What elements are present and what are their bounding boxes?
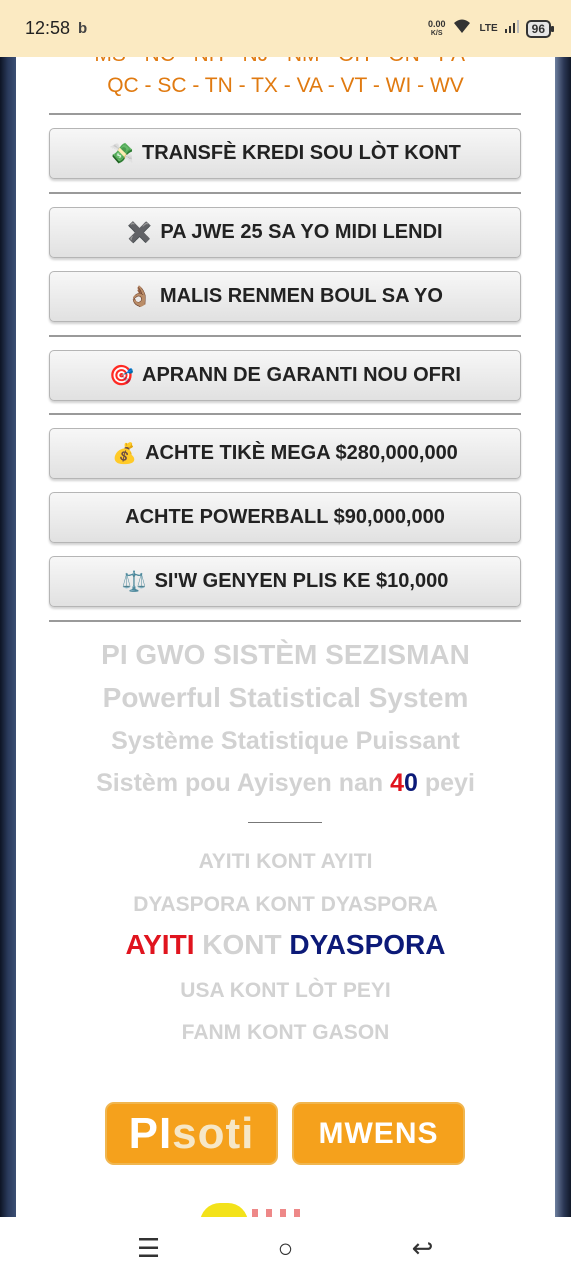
tagline-countries: Sistèm pou Ayisyen nan 40 peyi [16, 769, 555, 798]
divider [49, 620, 521, 622]
short-divider [248, 822, 322, 823]
menu-icon[interactable]: ☰ [119, 1233, 179, 1264]
buy-mega-label: ACHTE TIKÈ MEGA $280,000,000 [145, 442, 458, 464]
tagline-countries-pre: Sistèm pou Ayisyen nan [96, 769, 391, 797]
pisoti-logo-soti: soti [172, 1108, 255, 1158]
status-time: 12:58 [25, 18, 71, 38]
matchup-dyaspora-dyaspora: DYASPORA KONT DYASPORA [133, 893, 438, 916]
winnings-button[interactable]: ⚖️ SI'W GENYEN PLIS KE $10,000 [49, 556, 521, 607]
mwens-logo[interactable]: MWENS [292, 1102, 465, 1165]
target-icon: 🎯 [109, 365, 134, 387]
malis-label: MALIS RENMEN BOUL SA YO [159, 285, 443, 307]
tagline-french: Système Statistique Puissant [111, 727, 460, 755]
malis-button[interactable]: 👌🏽 MALIS RENMEN BOUL SA YO [49, 271, 521, 322]
buy-mega-button[interactable]: 💰 ACHTE TIKÈ MEGA $280,000,000 [49, 428, 521, 479]
net-speed-value: 0.00 [427, 18, 446, 29]
transfer-credit-button[interactable]: 💸 TRANSFÈ KREDI SOU LÒT KONT [49, 128, 521, 179]
divider [49, 192, 521, 194]
status-bar: 12:58 b 0.00 K/S LTE 96 [0, 0, 571, 57]
page-content: MS - NC - NH - NJ - NM - OH - ON - PA - … [16, 57, 555, 1217]
pisoti-logo-pi: PI [128, 1108, 173, 1158]
matchup-usa-world: USA KONT LÒT PEYI [180, 979, 391, 1002]
cross-icon: ✖️ [127, 222, 153, 244]
home-icon[interactable]: ○ [256, 1233, 316, 1264]
tagline-creole: PI GWO SISTÈM SEZISMAN [101, 639, 470, 670]
guarantee-label: APRANN DE GARANTI NOU OFRI [142, 364, 461, 386]
net-speed-unit: K/S [430, 29, 443, 37]
partial-logo-shape [200, 1203, 248, 1217]
notification-icon: b [78, 20, 88, 37]
partial-logo-shape [252, 1209, 302, 1217]
matchup-ayiti-dyaspora: AYITI KONT DYASPORA [16, 929, 555, 961]
matchup-dyaspora: DYASPORA [289, 929, 446, 960]
state-list-line[interactable]: QC - SC - TN - TX - VA - VT - WI - WV [16, 71, 555, 101]
buy-powerball-button[interactable]: ACHTE POWERBALL $90,000,000 [49, 492, 521, 543]
matchup-kont: KONT [194, 929, 290, 960]
matchup-women-men: FANM KONT GASON [181, 1021, 390, 1044]
tagline-digit-zero: 0 [404, 769, 418, 797]
money-wings-icon: 💸 [109, 143, 134, 165]
divider [49, 413, 521, 415]
money-bag-icon: 💰 [112, 443, 138, 465]
winnings-label: SI'W GENYEN PLIS KE $10,000 [154, 570, 449, 592]
state-list-line-cut[interactable]: MS - NC - NH - NJ - NM - OH - ON - PA - [16, 57, 555, 70]
no-play-label: PA JWE 25 SA YO MIDI LENDI [160, 221, 443, 243]
ok-hand-icon: 👌🏽 [127, 286, 152, 308]
wifi-icon [452, 18, 472, 39]
signal-icon [504, 19, 519, 38]
back-icon[interactable]: ↩ [393, 1233, 453, 1264]
net-speed: 0.00 K/S [427, 18, 446, 38]
buy-powerball-label: ACHTE POWERBALL $90,000,000 [125, 506, 445, 528]
tagline-countries-post: peyi [417, 769, 475, 797]
transfer-credit-label: TRANSFÈ KREDI SOU LÒT KONT [142, 142, 461, 164]
divider [49, 113, 521, 115]
screen: 12:58 b 0.00 K/S LTE 96 MS - NC - NH - N… [0, 0, 571, 1280]
status-indicators: 0.00 K/S LTE 96 [427, 18, 555, 39]
system-nav-bar: ☰ ○ ↩ [0, 1217, 571, 1280]
battery-icon: 96 [525, 19, 555, 38]
matchup-ayiti: AYITI [125, 929, 195, 960]
matchup-ayiti-ayiti: AYITI KONT AYITI [198, 850, 373, 873]
guarantee-button[interactable]: 🎯 APRANN DE GARANTI NOU OFRI [49, 350, 521, 401]
signal-label: LTE [479, 23, 498, 34]
tagline-english: Powerful Statistical System [102, 682, 469, 713]
divider [49, 335, 521, 337]
no-play-button[interactable]: ✖️ PA JWE 25 SA YO MIDI LENDI [49, 207, 521, 258]
pisoti-logo[interactable]: PI soti [105, 1102, 278, 1165]
scales-icon: ⚖️ [121, 571, 147, 593]
tagline-digit-four: 4 [390, 769, 405, 797]
